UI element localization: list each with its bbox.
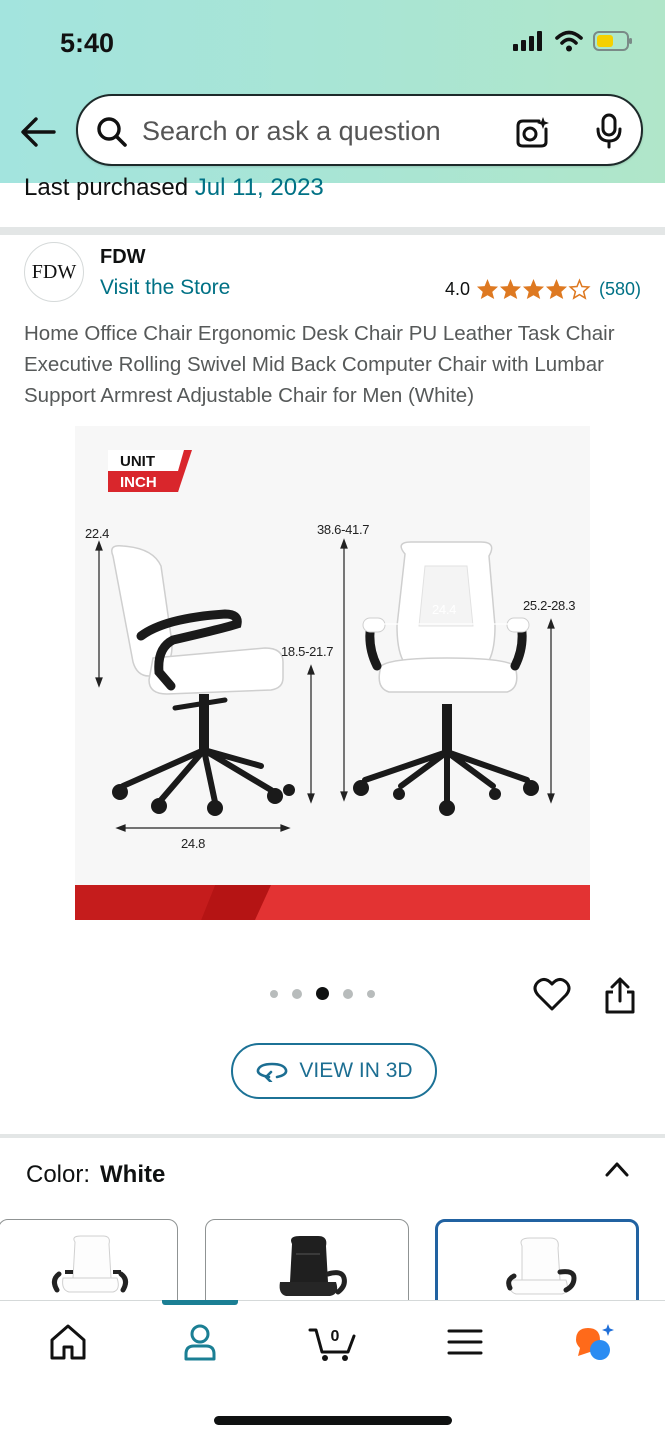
dimension-seat-depth: 17.1 xyxy=(203,670,228,685)
dimension-seat-height: 18.5-21.7 xyxy=(281,644,334,659)
carousel-dot-active[interactable] xyxy=(316,987,329,1000)
cellular-signal-icon xyxy=(513,31,542,51)
dimension-back-width: 24.4 xyxy=(432,602,457,617)
microphone-icon[interactable] xyxy=(595,113,623,149)
share-icon[interactable] xyxy=(604,977,636,1015)
star-full-icon xyxy=(545,278,567,300)
nav-active-indicator xyxy=(162,1300,238,1305)
header: 5:40 Search or ask a question xyxy=(0,0,665,183)
status-time: 5:40 xyxy=(60,28,115,58)
battery-icon xyxy=(593,31,632,51)
product-image[interactable]: UNIT INCH 22.4 38.6-41.7 18.5-21.7 17.1 … xyxy=(75,426,590,920)
rating-value: 4.0 xyxy=(444,278,470,299)
menu-icon[interactable] xyxy=(443,1322,487,1362)
wifi-icon xyxy=(555,30,583,52)
account-icon[interactable] xyxy=(178,1322,222,1362)
search-placeholder: Search or ask a question xyxy=(142,116,441,146)
dimension-arm-height: 25.2-28.3 xyxy=(523,598,576,613)
dimension-base-width: 24.8 xyxy=(181,836,206,851)
search-input[interactable]: Search or ask a question xyxy=(76,94,643,166)
color-selector-label: Color: White xyxy=(26,1161,165,1189)
last-purchased-notice: Last purchased Jul 11, 2023 xyxy=(24,174,324,202)
rufus-icon[interactable] xyxy=(572,1322,616,1362)
back-arrow-icon[interactable] xyxy=(20,116,56,148)
product-title: Home Office Chair Ergonomic Desk Chair P… xyxy=(24,322,615,407)
carousel-dot[interactable] xyxy=(292,988,302,999)
color-label-text: Color: xyxy=(26,1161,91,1188)
carousel-dot[interactable] xyxy=(367,989,375,998)
dimension-back-height: 22.4 xyxy=(85,526,110,541)
last-purchased-date[interactable]: Jul 11, 2023 xyxy=(195,174,324,201)
star-full-icon xyxy=(499,278,521,300)
section-divider xyxy=(0,227,665,235)
last-purchased-label: Last purchased xyxy=(24,174,189,201)
cart-count: 0 xyxy=(331,1328,340,1345)
carousel-dot[interactable] xyxy=(343,988,353,999)
rating-summary[interactable]: 4.0 (580) xyxy=(445,278,641,300)
status-icons xyxy=(513,30,633,52)
carousel-dot[interactable] xyxy=(270,989,278,998)
carousel-dots xyxy=(270,987,375,1000)
camera-lens-icon[interactable] xyxy=(515,115,549,149)
dimension-seat-width: 20.1 xyxy=(432,669,457,684)
search-icon xyxy=(97,117,127,147)
color-value: White xyxy=(100,1161,166,1188)
visit-store-link[interactable]: Visit the Store xyxy=(100,276,230,300)
dimension-total-height: 38.6-41.7 xyxy=(317,522,370,537)
red-accent-band xyxy=(75,885,590,920)
section-divider xyxy=(0,1134,665,1138)
brand-logo[interactable]: FDW xyxy=(24,242,84,302)
chair-illustration xyxy=(95,538,555,832)
cart-icon[interactable]: 0 xyxy=(308,1322,360,1362)
heart-icon[interactable] xyxy=(533,976,571,1012)
brand-name: FDW xyxy=(100,246,146,268)
rotate-3d-icon xyxy=(257,1062,288,1082)
view-in-3d-label: VIEW IN 3D xyxy=(299,1059,413,1082)
star-full-icon xyxy=(522,278,544,300)
rating-stars xyxy=(476,278,591,300)
star-empty-icon xyxy=(568,278,591,300)
star-full-icon xyxy=(476,278,498,300)
view-in-3d-button[interactable]: VIEW IN 3D xyxy=(231,1043,437,1099)
home-icon[interactable] xyxy=(46,1322,90,1362)
home-indicator xyxy=(214,1416,452,1425)
rating-count[interactable]: (580) xyxy=(599,279,641,300)
chevron-up-icon[interactable] xyxy=(604,1160,630,1178)
